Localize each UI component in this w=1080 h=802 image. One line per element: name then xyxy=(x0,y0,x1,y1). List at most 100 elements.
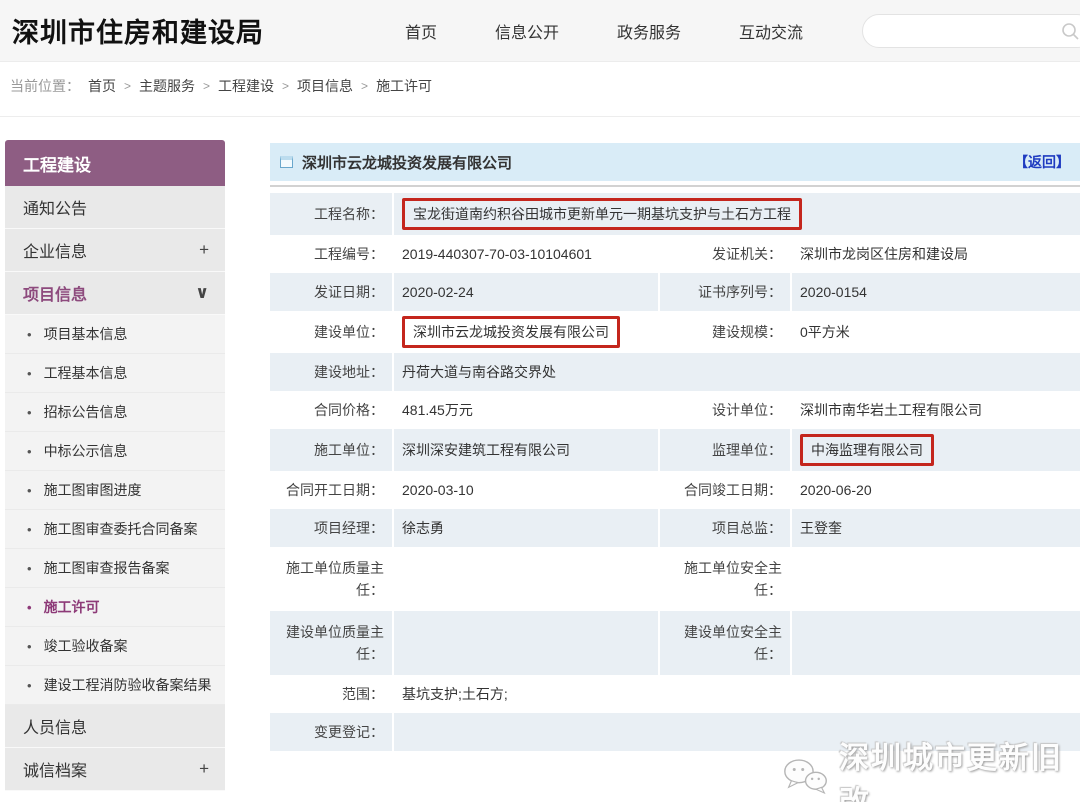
field-value: 深圳深安建筑工程有限公司 xyxy=(394,429,660,471)
field-value: 中海监理有限公司 xyxy=(792,429,1080,471)
sidebar-item-personnel-info[interactable]: 人员信息 xyxy=(5,705,225,748)
field-label: 设计单位： xyxy=(660,391,792,429)
nav-home[interactable]: 首页 xyxy=(405,19,437,43)
sidebar-header-construction: 工程建设 xyxy=(5,140,225,186)
sidebar-item-engineering-basic-info[interactable]: 工程基本信息 xyxy=(5,354,225,393)
sidebar-item-project-basic-info[interactable]: 项目基本信息 xyxy=(5,315,225,354)
field-value: 基坑支护;土石方; xyxy=(394,675,1080,713)
field-label: 项目总监： xyxy=(660,509,792,547)
top-header: 深圳市住房和建设局 首页 信息公开 政务服务 互动交流 xyxy=(0,0,1080,62)
search-box[interactable] xyxy=(862,14,1080,48)
plus-icon[interactable]: + xyxy=(199,759,209,779)
search-input[interactable] xyxy=(877,16,1061,46)
sidebar-item-drawing-review-progress[interactable]: 施工图审图进度 xyxy=(5,471,225,510)
field-value xyxy=(394,547,660,611)
table-row-construction-unit: 建设单位： 深圳市云龙城投资发展有限公司 建设规模： 0平方米 xyxy=(270,311,1080,353)
detail-title-bar: 深圳市云龙城投资发展有限公司 【返回】 xyxy=(270,143,1080,181)
field-value xyxy=(394,611,660,675)
sidebar-item-project-info[interactable]: 项目信息 ∨ xyxy=(5,272,225,315)
field-value: 2020-02-24 xyxy=(394,273,660,311)
field-label: 证书序列号： xyxy=(660,273,792,311)
watermark: 深圳城市更新旧改 xyxy=(782,733,1080,802)
sidebar-item-construction-permit[interactable]: 施工许可 xyxy=(5,588,225,627)
table-row-contract-price: 合同价格： 481.45万元 设计单位： 深圳市南华岩土工程有限公司 xyxy=(270,391,1080,429)
field-value: 王登奎 xyxy=(792,509,1080,547)
field-label: 范围： xyxy=(270,675,394,713)
field-label: 建设规模： xyxy=(660,311,792,353)
table-row-contract-start-date: 合同开工日期： 2020-03-10 合同竣工日期： 2020-06-20 xyxy=(270,471,1080,509)
sidebar-item-credit-archives[interactable]: 诚信档案 + xyxy=(5,748,225,791)
field-value: 481.45万元 xyxy=(394,391,660,429)
field-value xyxy=(792,547,1080,611)
field-value: 2019-440307-70-03-10104601 xyxy=(394,235,660,273)
nav-interaction[interactable]: 互动交流 xyxy=(739,19,803,43)
divider xyxy=(0,116,1080,117)
sidebar-item-fire-acceptance-filing-result[interactable]: 建设工程消防验收备案结果 xyxy=(5,666,225,705)
breadcrumb-home[interactable]: 首页 xyxy=(88,76,116,96)
field-label: 施工单位质量主任： xyxy=(270,547,394,611)
field-label: 施工单位： xyxy=(270,429,394,471)
sidebar-item-notices[interactable]: 通知公告 xyxy=(5,186,225,229)
nav-government-services[interactable]: 政务服务 xyxy=(617,19,681,43)
site-logo: 深圳市住房和建设局 xyxy=(12,11,264,50)
field-label: 监理单位： xyxy=(660,429,792,471)
field-value: 2020-06-20 xyxy=(792,471,1080,509)
breadcrumb-separator: > xyxy=(361,79,368,93)
field-label: 建设单位： xyxy=(270,311,394,353)
field-value: 丹荷大道与南谷路交界处 xyxy=(394,353,1080,391)
breadcrumb-project-info[interactable]: 项目信息 xyxy=(297,76,353,96)
table-row-construction-address: 建设地址： 丹荷大道与南谷路交界处 xyxy=(270,353,1080,391)
sidebar-item-drawing-review-contract-filing[interactable]: 施工图审查委托合同备案 xyxy=(5,510,225,549)
table-row-contractor-quality-chief: 施工单位质量主任： 施工单位安全主任： xyxy=(270,547,1080,611)
nav-info-disclosure[interactable]: 信息公开 xyxy=(495,19,559,43)
table-row-scope: 范围： 基坑支护;土石方; xyxy=(270,675,1080,713)
chevron-down-icon[interactable]: ∨ xyxy=(195,283,209,303)
field-label: 合同开工日期： xyxy=(270,471,394,509)
field-label: 项目经理： xyxy=(270,509,394,547)
sidebar-item-tender-announcement[interactable]: 招标公告信息 xyxy=(5,393,225,432)
sidebar-item-enterprise-info[interactable]: 企业信息 + xyxy=(5,229,225,272)
divider xyxy=(270,185,1080,187)
table-row-project-number: 工程编号： 2019-440307-70-03-10104601 发证机关： 深… xyxy=(270,235,1080,273)
table-row-owner-quality-chief: 建设单位质量主任： 建设单位安全主任： xyxy=(270,611,1080,675)
field-value: 0平方米 xyxy=(792,311,1080,353)
breadcrumb-separator: > xyxy=(282,79,289,93)
breadcrumb: 当前位置： 首页 > 主题服务 > 工程建设 > 项目信息 > 施工许可 xyxy=(10,76,432,96)
field-label: 发证机关： xyxy=(660,235,792,273)
back-button[interactable]: 【返回】 xyxy=(1014,152,1070,172)
field-value: 徐志勇 xyxy=(394,509,660,547)
sidebar-item-drawing-review-report-filing[interactable]: 施工图审查报告备案 xyxy=(5,549,225,588)
field-label: 工程名称： xyxy=(270,193,394,235)
breadcrumb-separator: > xyxy=(124,79,131,93)
field-label: 建设单位安全主任： xyxy=(660,611,792,675)
field-value: 深圳市云龙城投资发展有限公司 xyxy=(394,311,660,353)
field-value: 深圳市龙岗区住房和建设局 xyxy=(792,235,1080,273)
company-title: 深圳市云龙城投资发展有限公司 xyxy=(302,152,1014,173)
field-label: 发证日期： xyxy=(270,273,394,311)
field-label: 合同价格： xyxy=(270,391,394,429)
breadcrumb-theme-services[interactable]: 主题服务 xyxy=(139,76,195,96)
highlighted-value: 宝龙街道南约积谷田城市更新单元一期基坑支护与土石方工程 xyxy=(402,198,802,230)
breadcrumb-construction[interactable]: 工程建设 xyxy=(218,76,274,96)
table-row-contractor: 施工单位： 深圳深安建筑工程有限公司 监理单位： 中海监理有限公司 xyxy=(270,429,1080,471)
field-value: 深圳市南华岩土工程有限公司 xyxy=(792,391,1080,429)
page: 深圳市住房和建设局 首页 信息公开 政务服务 互动交流 当前位置： 首页 > 主… xyxy=(0,0,1080,802)
chat-bubbles-icon xyxy=(782,755,831,799)
field-label: 建设地址： xyxy=(270,353,394,391)
field-value: 2020-0154 xyxy=(792,273,1080,311)
field-label: 建设单位质量主任： xyxy=(270,611,394,675)
breadcrumb-construction-permit[interactable]: 施工许可 xyxy=(376,76,432,96)
plus-icon[interactable]: + xyxy=(199,240,209,260)
sidebar-item-completion-acceptance-filing[interactable]: 竣工验收备案 xyxy=(5,627,225,666)
highlighted-value: 中海监理有限公司 xyxy=(800,434,934,466)
sidebar-item-bid-winning-publicity[interactable]: 中标公示信息 xyxy=(5,432,225,471)
table-row-issue-date: 发证日期： 2020-02-24 证书序列号： 2020-0154 xyxy=(270,273,1080,311)
field-value: 2020-03-10 xyxy=(394,471,660,509)
field-label: 工程编号： xyxy=(270,235,394,273)
table-row-project-manager: 项目经理： 徐志勇 项目总监： 王登奎 xyxy=(270,509,1080,547)
search-icon[interactable] xyxy=(1061,22,1079,40)
main-panel: 深圳市云龙城投资发展有限公司 【返回】 工程名称： 宝龙街道南约积谷田城市更新单… xyxy=(270,143,1080,751)
table-row-project-name: 工程名称： 宝龙街道南约积谷田城市更新单元一期基坑支护与土石方工程 xyxy=(270,193,1080,235)
field-value: 宝龙街道南约积谷田城市更新单元一期基坑支护与土石方工程 xyxy=(394,193,1080,235)
field-label: 合同竣工日期： xyxy=(660,471,792,509)
